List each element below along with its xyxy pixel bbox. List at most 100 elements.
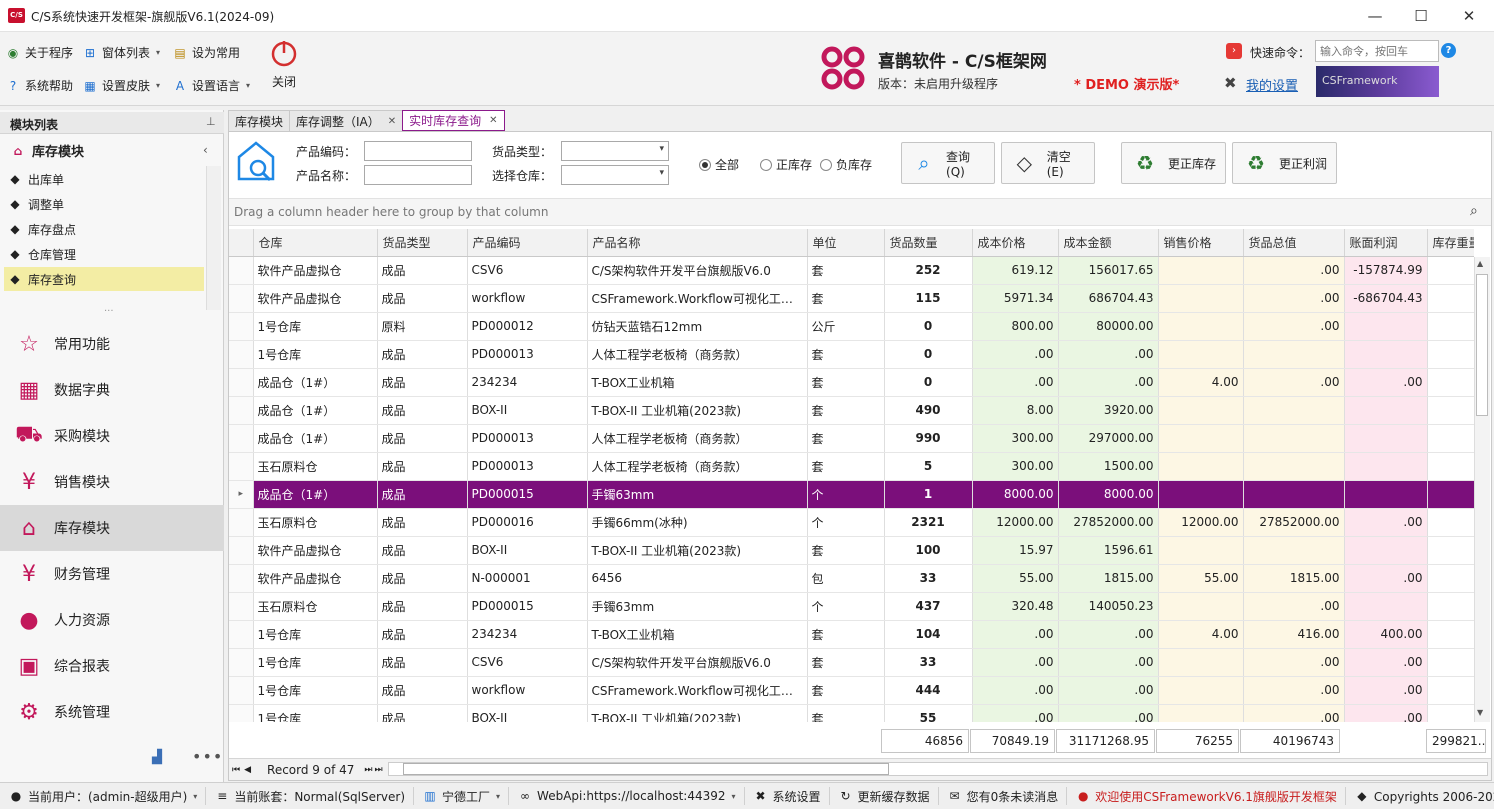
col-product-code-cell[interactable]: PD000015 bbox=[467, 480, 588, 509]
about-button[interactable]: ◉ 关于程序 bbox=[5, 44, 73, 61]
col-cost-price-cell[interactable]: 300.00 bbox=[972, 424, 1059, 453]
col-warehouse-cell[interactable]: 软件产品虚拟仓 bbox=[253, 536, 378, 565]
col-weight-cell[interactable] bbox=[1427, 676, 1474, 705]
col-unit-cell[interactable]: 个 bbox=[807, 592, 885, 621]
row-indicator[interactable] bbox=[229, 536, 254, 565]
col-goods-type-cell[interactable]: 成品 bbox=[377, 284, 468, 313]
close-window-button[interactable]: ✕ bbox=[1446, 0, 1492, 32]
col-unit-cell[interactable]: 套 bbox=[807, 256, 885, 285]
col-product-code-cell[interactable]: BOX-II bbox=[467, 536, 588, 565]
col-total-value-cell[interactable]: .00 bbox=[1243, 284, 1345, 313]
language-button[interactable]: A 设置语言 ▾ bbox=[172, 77, 250, 94]
maximize-button[interactable]: ☐ bbox=[1398, 0, 1444, 32]
splitter-dots[interactable]: ··· bbox=[104, 306, 114, 317]
tree-item-outbound[interactable]: ◆ 出库单 bbox=[4, 167, 204, 191]
col-total-value-cell[interactable]: 416.00 bbox=[1243, 620, 1345, 649]
col-goods-type-cell[interactable]: 成品 bbox=[377, 648, 468, 677]
scroll-down-icon[interactable]: ▼ bbox=[1477, 708, 1483, 717]
horizontal-scroll-thumb[interactable] bbox=[403, 763, 889, 775]
col-total-value-cell[interactable] bbox=[1243, 424, 1345, 453]
col-cost-amount-cell[interactable]: 27852000.00 bbox=[1058, 508, 1159, 537]
row-indicator[interactable] bbox=[229, 648, 254, 677]
row-indicator[interactable] bbox=[229, 508, 254, 537]
col-warehouse-cell[interactable]: 玉石原料仓 bbox=[253, 452, 378, 481]
col-cost-amount-cell[interactable]: 1596.61 bbox=[1058, 536, 1159, 565]
col-qty-cell[interactable]: 0 bbox=[884, 368, 973, 397]
nav-system[interactable]: ⚙ 系统管理 bbox=[0, 689, 224, 735]
col-warehouse-cell[interactable]: 软件产品虚拟仓 bbox=[253, 564, 378, 593]
col-product-name-cell[interactable]: 仿钻天蓝锆石12mm bbox=[587, 312, 808, 341]
col-weight-cell[interactable] bbox=[1427, 396, 1474, 425]
tab-inventory-module[interactable]: 库存模块 bbox=[228, 110, 291, 132]
col-total-value-cell[interactable] bbox=[1243, 536, 1345, 565]
col-total-value-cell[interactable]: .00 bbox=[1243, 256, 1345, 285]
goods-type-select[interactable] bbox=[561, 141, 669, 161]
col-weight-cell[interactable] bbox=[1427, 620, 1474, 649]
col-product-name-cell[interactable]: T-BOX-II 工业机箱(2023款) bbox=[587, 536, 808, 565]
col-goods-type-cell[interactable]: 成品 bbox=[377, 536, 468, 565]
col-weight-cell[interactable] bbox=[1427, 564, 1474, 593]
col-cost-price-cell[interactable]: 800.00 bbox=[972, 312, 1059, 341]
table-row[interactable]: 玉石原料仓 成品 PD000016 手镯66mm(冰种) 个 2321 12000.00 27… bbox=[229, 508, 1474, 537]
command-input[interactable] bbox=[1315, 40, 1439, 62]
col-product-name-cell[interactable]: 人体工程学老板椅（商务款） bbox=[587, 340, 808, 369]
row-indicator[interactable] bbox=[229, 396, 254, 425]
col-cost-amount-cell[interactable]: .00 bbox=[1058, 620, 1159, 649]
col-profit-cell[interactable] bbox=[1344, 424, 1428, 453]
col-total-value-cell[interactable] bbox=[1243, 396, 1345, 425]
search-icon[interactable]: ⌕ bbox=[1470, 203, 1478, 219]
table-row[interactable]: 软件产品虚拟仓 成品 CSV6 C/S架构软件开发平台旗舰版V6.0 套 252 619.1… bbox=[229, 256, 1474, 285]
col-sale-price-cell[interactable] bbox=[1158, 424, 1244, 453]
col-cost-amount-cell[interactable]: 8000.00 bbox=[1058, 480, 1159, 509]
col-cost-amount-cell[interactable]: .00 bbox=[1058, 676, 1159, 705]
col-total-value-header[interactable]: 货品总值 bbox=[1243, 229, 1345, 257]
col-profit-cell[interactable] bbox=[1344, 592, 1428, 621]
col-product-name-cell[interactable]: 手镯66mm(冰种) bbox=[587, 508, 808, 537]
col-qty-cell[interactable]: 115 bbox=[884, 284, 973, 313]
col-cost-amount-cell[interactable]: .00 bbox=[1058, 704, 1159, 722]
help-button[interactable]: ? 系统帮助 bbox=[5, 77, 73, 94]
table-row[interactable]: 1号仓库 成品 PD000013 人体工程学老板椅（商务款）套 0.00.00 bbox=[229, 340, 1474, 369]
col-cost-price-cell[interactable]: 8000.00 bbox=[972, 480, 1059, 509]
close-icon[interactable]: ✕ bbox=[388, 116, 396, 127]
col-cost-price-cell[interactable]: 300.00 bbox=[972, 452, 1059, 481]
col-product-code-cell[interactable]: PD000016 bbox=[467, 508, 588, 537]
col-qty-cell[interactable]: 100 bbox=[884, 536, 973, 565]
row-indicator[interactable] bbox=[229, 368, 254, 397]
table-row[interactable]: 软件产品虚拟仓 成品 BOX-II T-BOX-II 工业机箱(2023款) 套 100 1… bbox=[229, 536, 1474, 565]
col-weight-cell[interactable] bbox=[1427, 508, 1474, 537]
row-indicator[interactable] bbox=[229, 284, 254, 313]
col-weight-cell[interactable] bbox=[1427, 256, 1474, 285]
col-cost-amount-cell[interactable]: 3920.00 bbox=[1058, 396, 1159, 425]
col-total-value-cell[interactable] bbox=[1243, 480, 1345, 509]
set-common-button[interactable]: ▤ 设为常用 bbox=[172, 44, 240, 61]
col-profit-cell[interactable] bbox=[1344, 480, 1428, 509]
status-messages[interactable]: ✉ 您有0条未读消息 bbox=[939, 787, 1068, 805]
col-sale-price-cell[interactable] bbox=[1158, 340, 1244, 369]
table-row[interactable]: 玉石原料仓 成品 PD000013 人体工程学老板椅（商务款）套 5 300.00 1500… bbox=[229, 452, 1474, 481]
col-sale-price-cell[interactable]: 4.00 bbox=[1158, 368, 1244, 397]
col-unit-cell[interactable]: 套 bbox=[807, 648, 885, 677]
next-record-icon[interactable]: ⏭ bbox=[364, 765, 372, 775]
col-unit-cell[interactable]: 公斤 bbox=[807, 312, 885, 341]
col-warehouse-cell[interactable]: 玉石原料仓 bbox=[253, 508, 378, 537]
col-weight-cell[interactable] bbox=[1427, 536, 1474, 565]
col-qty-cell[interactable]: 0 bbox=[884, 312, 973, 341]
col-sale-price-cell[interactable] bbox=[1158, 676, 1244, 705]
col-product-name-cell[interactable]: T-BOX-II 工业机箱(2023款) bbox=[587, 704, 808, 722]
group-panel[interactable]: Drag a column header here to group by th… bbox=[229, 198, 1491, 226]
skin-button[interactable]: ▦ 设置皮肤 ▾ bbox=[82, 77, 160, 94]
col-product-name-cell[interactable]: CSFramework.Workflow可视化工作... bbox=[587, 676, 808, 705]
close-program-button[interactable]: 关闭 bbox=[266, 38, 302, 90]
radio-all[interactable]: 全部 bbox=[699, 156, 739, 173]
col-product-code-cell[interactable]: PD000015 bbox=[467, 592, 588, 621]
col-weight-header[interactable]: 库存重量 bbox=[1427, 229, 1474, 257]
minimize-button[interactable]: — bbox=[1352, 0, 1398, 32]
fix-stock-button[interactable]: ♻ 更正库存 bbox=[1121, 142, 1226, 184]
col-goods-type-cell[interactable]: 成品 bbox=[377, 480, 468, 509]
col-profit-header[interactable]: 账面利润 bbox=[1344, 229, 1428, 257]
col-cost-price-cell[interactable]: .00 bbox=[972, 676, 1059, 705]
scroll-up-icon[interactable]: ▲ bbox=[1477, 259, 1483, 268]
collapse-icon[interactable]: ‹ bbox=[203, 143, 208, 157]
pin-icon[interactable]: ⊥ bbox=[206, 115, 216, 128]
